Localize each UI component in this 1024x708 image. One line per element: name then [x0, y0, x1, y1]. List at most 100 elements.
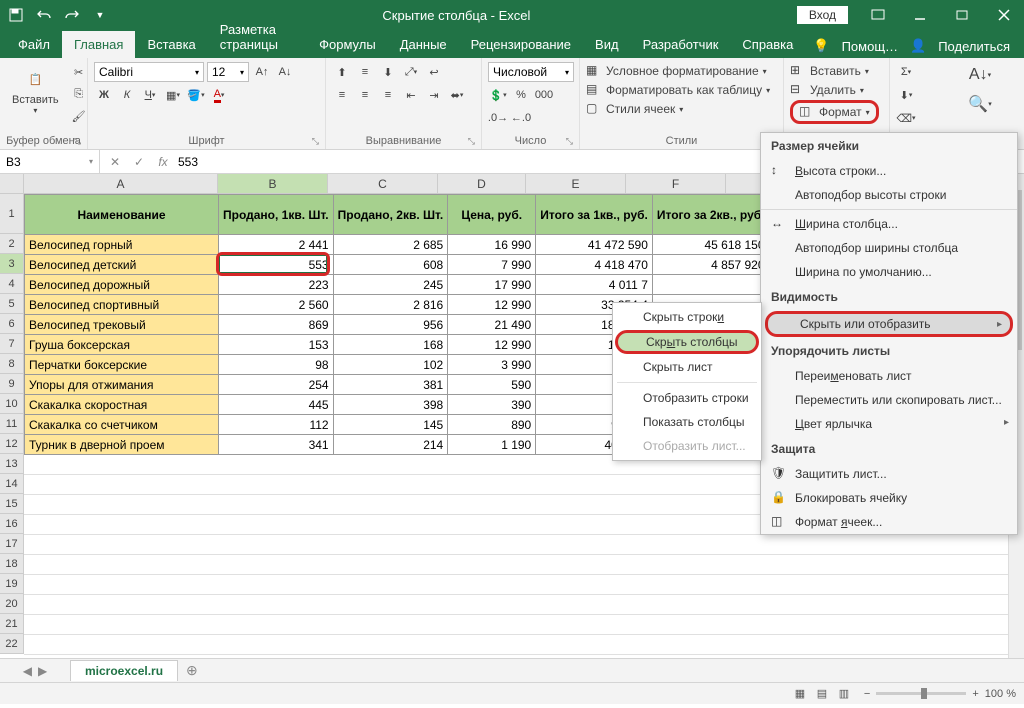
hide-show-item[interactable]: Скрыть или отобразить: [765, 311, 1013, 337]
tab-developer[interactable]: Разработчик: [631, 31, 731, 58]
tab-view[interactable]: Вид: [583, 31, 631, 58]
autofit-row-item[interactable]: Автоподбор высоты строки: [761, 183, 1017, 207]
enter-formula-icon[interactable]: ✓: [130, 155, 148, 169]
table-row[interactable]: Велосипед горный2 4412 68516 99041 472 5…: [25, 235, 820, 255]
align-right-icon[interactable]: ≡: [378, 85, 398, 105]
tab-home[interactable]: Главная: [62, 31, 135, 58]
minimize-icon[interactable]: [900, 0, 940, 30]
tell-me-icon[interactable]: 💡: [813, 38, 829, 54]
align-bottom-icon[interactable]: ⬇: [378, 62, 398, 82]
header-sold-q2[interactable]: Продано, 2кв. Шт.: [333, 195, 448, 235]
font-color-icon[interactable]: А▾: [209, 85, 229, 105]
autosum-icon[interactable]: Σ▾: [896, 62, 916, 82]
cancel-formula-icon[interactable]: ✕: [106, 155, 124, 169]
add-sheet-icon[interactable]: ⊕: [178, 662, 206, 679]
insert-cells-button[interactable]: ⊞Вставить▾: [790, 62, 869, 80]
select-all-corner[interactable]: [0, 174, 24, 193]
zoom-level[interactable]: 100 %: [985, 688, 1016, 700]
signin-button[interactable]: Вход: [797, 6, 848, 24]
shrink-font-icon[interactable]: A↓: [275, 62, 295, 82]
fill-color-icon[interactable]: 🪣▾: [186, 85, 206, 105]
bold-icon[interactable]: Ж: [94, 85, 114, 105]
autofit-col-item[interactable]: Автоподбор ширины столбца: [761, 236, 1017, 260]
sort-filter-icon[interactable]: A↓▾: [967, 62, 993, 88]
table-row[interactable]: Велосипед дорожный22324517 9904 011 7: [25, 275, 820, 295]
default-width-item[interactable]: Ширина по умолчанию...: [761, 260, 1017, 284]
find-select-icon[interactable]: 🔍▾: [967, 91, 993, 117]
tab-pagelayout[interactable]: Разметка страницы: [208, 16, 307, 58]
cell-styles-button[interactable]: ▢Стили ячеек▾: [586, 100, 683, 118]
show-columns-item[interactable]: Показать столбцы: [613, 410, 761, 434]
increase-decimal-icon[interactable]: .0→: [488, 108, 508, 128]
tab-data[interactable]: Данные: [388, 31, 459, 58]
tab-file[interactable]: Файл: [6, 31, 62, 58]
header-total-q1[interactable]: Итого за 1кв., руб.: [536, 195, 653, 235]
col-header-C[interactable]: C: [328, 174, 438, 193]
decrease-indent-icon[interactable]: ⇤: [401, 85, 421, 105]
comma-icon[interactable]: 000: [534, 85, 554, 105]
underline-icon[interactable]: Ч▾: [140, 85, 160, 105]
merge-icon[interactable]: ⬌▾: [447, 85, 467, 105]
close-icon[interactable]: [984, 0, 1024, 30]
share-icon[interactable]: 👤: [910, 38, 926, 54]
view-buttons[interactable]: ▦▤▥: [790, 687, 854, 700]
borders-icon[interactable]: ▦▾: [163, 85, 183, 105]
tab-review[interactable]: Рецензирование: [459, 31, 583, 58]
increase-indent-icon[interactable]: ⇥: [424, 85, 444, 105]
orientation-icon[interactable]: ⤢▾: [401, 62, 421, 82]
qat-customize-icon[interactable]: ▼: [88, 3, 112, 27]
zoom-out-icon[interactable]: −: [864, 688, 870, 700]
conditional-formatting-button[interactable]: ▦Условное форматирование▾: [586, 62, 767, 80]
paste-button[interactable]: 📋 Вставить▾: [6, 62, 65, 117]
accounting-icon[interactable]: 💲▾: [488, 85, 508, 105]
table-row[interactable]: Велосипед детский5536087 9904 418 4704 8…: [25, 255, 820, 275]
wrap-text-icon[interactable]: ↩: [424, 62, 444, 82]
format-as-table-button[interactable]: ▤Форматировать как таблицу▾: [586, 81, 770, 99]
tab-help[interactable]: Справка: [730, 31, 805, 58]
fx-icon[interactable]: fx: [154, 155, 172, 169]
sheet-tab-active[interactable]: microexcel.ru: [70, 660, 178, 681]
copy-icon[interactable]: ⎘: [69, 84, 89, 104]
show-rows-item[interactable]: Отобразить строки: [613, 386, 761, 410]
col-header-A[interactable]: A: [24, 174, 218, 193]
share-button[interactable]: Поделиться: [938, 39, 1010, 54]
header-price[interactable]: Цена, руб.: [448, 195, 536, 235]
format-painter-icon[interactable]: 🖌: [69, 106, 89, 126]
tab-color-item[interactable]: Цвет ярлычка: [761, 412, 1017, 436]
sheet-nav[interactable]: ◀▶: [0, 664, 70, 678]
rename-sheet-item[interactable]: Переименовать лист: [761, 364, 1017, 388]
align-center-icon[interactable]: ≡: [355, 85, 375, 105]
percent-icon[interactable]: %: [511, 85, 531, 105]
save-icon[interactable]: [4, 3, 28, 27]
italic-icon[interactable]: К: [117, 85, 137, 105]
align-left-icon[interactable]: ≡: [332, 85, 352, 105]
header-sold-q1[interactable]: Продано, 1кв. Шт.: [219, 195, 334, 235]
delete-cells-button[interactable]: ⊟Удалить▾: [790, 81, 864, 99]
tell-me[interactable]: Помощ…: [842, 39, 898, 54]
lock-cell-item[interactable]: 🔒Блокировать ячейку: [761, 486, 1017, 510]
fill-icon[interactable]: ⬇▾: [896, 85, 916, 105]
col-header-D[interactable]: D: [438, 174, 526, 193]
col-header-F[interactable]: F: [626, 174, 726, 193]
font-size-combo[interactable]: 12▾: [207, 62, 249, 82]
undo-icon[interactable]: [32, 3, 56, 27]
col-header-E[interactable]: E: [526, 174, 626, 193]
decrease-decimal-icon[interactable]: ←.0: [511, 108, 531, 128]
zoom-slider[interactable]: [876, 692, 966, 695]
protect-sheet-item[interactable]: 🛡Защитить лист...: [761, 462, 1017, 486]
hide-sheet-item[interactable]: Скрыть лист: [613, 355, 761, 379]
align-top-icon[interactable]: ⬆: [332, 62, 352, 82]
hide-columns-item[interactable]: Скрыть столбцы: [615, 330, 759, 354]
header-total-q2[interactable]: Итого за 2кв., руб.: [652, 195, 769, 235]
row-height-item[interactable]: ↕Высота строки...: [761, 159, 1017, 183]
hide-rows-item[interactable]: Скрыть строки: [613, 305, 761, 329]
move-copy-sheet-item[interactable]: Переместить или скопировать лист...: [761, 388, 1017, 412]
tab-insert[interactable]: Вставка: [135, 31, 207, 58]
number-format-combo[interactable]: Числовой▾: [488, 62, 574, 82]
row-headers[interactable]: 12345678910111213141516171819202122: [0, 194, 24, 655]
grow-font-icon[interactable]: A↑: [252, 62, 272, 82]
format-cells-button[interactable]: ◫Формат▾: [790, 100, 879, 124]
col-width-item[interactable]: ↔Ширина столбца...: [761, 212, 1017, 236]
maximize-icon[interactable]: [942, 0, 982, 30]
font-name-combo[interactable]: Calibri▾: [94, 62, 204, 82]
